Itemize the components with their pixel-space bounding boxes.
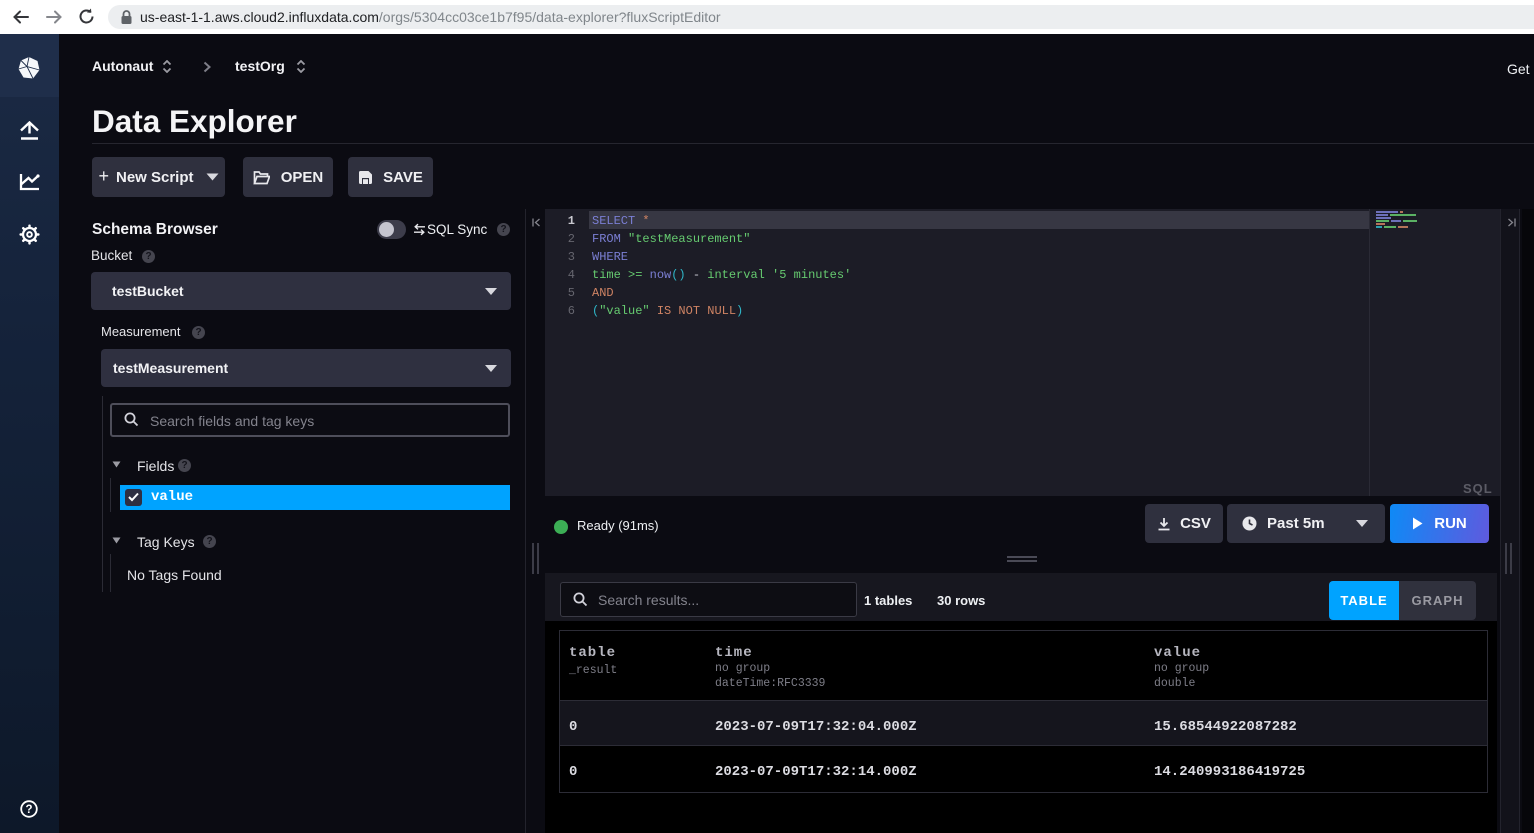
svg-text:?: ? (25, 804, 32, 816)
